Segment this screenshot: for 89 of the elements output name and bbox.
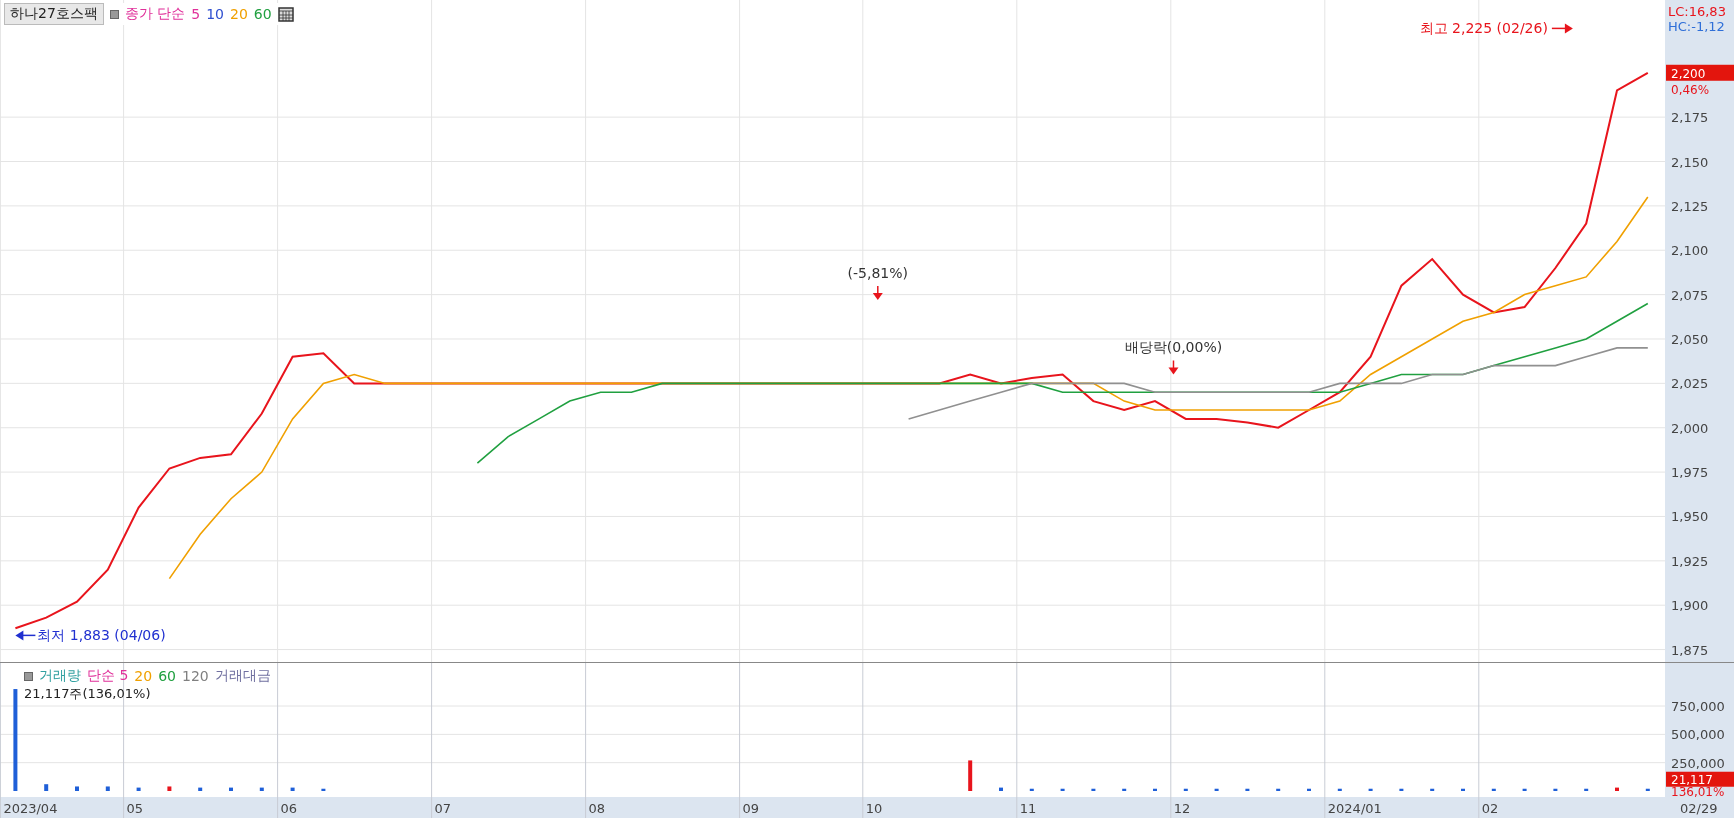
volume-bar xyxy=(105,786,110,791)
stock-button[interactable]: 하나27호스팩 xyxy=(4,3,104,25)
lc-reading: LC:16,83 xyxy=(1668,4,1726,19)
axis-label: 2,025 xyxy=(1671,376,1709,392)
volume-bar xyxy=(1430,788,1435,791)
legend-label: 60 xyxy=(158,668,176,684)
volume-bar xyxy=(1553,788,1558,791)
volume-bar xyxy=(44,784,49,791)
volume-bar xyxy=(999,787,1003,791)
legend-label: 5 xyxy=(191,6,201,22)
volume-bar xyxy=(167,786,172,791)
volume-bar xyxy=(1029,788,1034,791)
arrow-icon xyxy=(1551,23,1573,34)
volume-bar xyxy=(1491,788,1496,791)
axis-label: 1,900 xyxy=(1671,598,1709,614)
legend-label: 60 xyxy=(253,6,272,22)
volume-bar xyxy=(1122,788,1127,791)
axis-label: 02/29 xyxy=(1680,801,1718,816)
axis-label: 1,875 xyxy=(1671,642,1709,658)
axis-label: 2,125 xyxy=(1671,198,1709,214)
volume-bar xyxy=(229,787,233,791)
axis-label: 500,000 xyxy=(1671,727,1725,743)
volume-bar xyxy=(1522,788,1527,791)
square-icon xyxy=(24,671,33,681)
volume-bar xyxy=(259,787,264,791)
volume-bar xyxy=(136,787,141,791)
axis-label: 2,175 xyxy=(1671,110,1709,126)
volume-bar xyxy=(1183,788,1188,791)
legend-label: 단순 5 xyxy=(87,667,129,685)
axis-label: 09 xyxy=(742,801,760,816)
axis-label: 08 xyxy=(588,801,606,816)
axis-label: 2024/01 xyxy=(1327,801,1382,816)
volume-bar xyxy=(1337,788,1342,791)
volume-bar xyxy=(1276,788,1281,791)
volume-reading: 21,117주(136,01%) xyxy=(24,685,151,703)
legend-label: 20 xyxy=(134,668,153,684)
legend-label: 거래대금 xyxy=(214,667,271,685)
volume-bar xyxy=(1214,788,1219,791)
change-reading: 0,46% xyxy=(1671,82,1710,97)
ratio-reading: 136,01% xyxy=(1671,785,1725,799)
volume-bar xyxy=(1307,788,1311,791)
legend-label: 거래량 xyxy=(39,667,81,685)
volume-bar xyxy=(1645,788,1650,791)
axis-label: 11 xyxy=(1019,801,1037,816)
annotation-label: 최저 1,883 (04/06) xyxy=(37,627,166,644)
calendar-icon[interactable] xyxy=(277,6,294,22)
axis-label: 2,000 xyxy=(1671,420,1709,436)
axis-label: 2023/04 xyxy=(3,801,58,816)
volume-bar xyxy=(1091,788,1096,791)
axis-label: 06 xyxy=(280,801,298,816)
volume-bar xyxy=(290,787,295,791)
axis-label: 1,975 xyxy=(1671,465,1709,481)
axis-label: 2,050 xyxy=(1671,332,1709,347)
axis-label: 05 xyxy=(126,801,144,816)
volume-bar xyxy=(1368,788,1373,791)
volume-bar xyxy=(968,760,973,791)
axis-label: 10 xyxy=(865,801,883,816)
arrow-icon xyxy=(15,630,37,641)
arrow-icon xyxy=(872,285,883,300)
square-icon xyxy=(109,9,119,19)
axis-label: 1,950 xyxy=(1671,509,1709,525)
volume-bar xyxy=(1461,788,1465,791)
axis-label: 02 xyxy=(1481,801,1499,816)
volume-bar xyxy=(1153,788,1157,791)
annotation-label: (-5,81%) xyxy=(847,264,909,281)
axis-label: 1,925 xyxy=(1671,553,1709,569)
axis-label: 12 xyxy=(1173,801,1191,816)
legend-label: 20 xyxy=(230,6,248,22)
annotation-label: 배당락(0,00%) xyxy=(1124,339,1223,356)
arrow-icon xyxy=(1168,359,1179,375)
legend-label: 종가 단순 xyxy=(124,5,186,23)
volume-bar xyxy=(75,786,79,791)
volume-bar xyxy=(1584,788,1589,791)
volume-bar xyxy=(1245,788,1250,791)
volume-bar xyxy=(198,787,203,791)
axis-label: 2,150 xyxy=(1671,154,1709,170)
axis-label: 750,000 xyxy=(1671,699,1725,715)
volume-bar xyxy=(1399,788,1404,791)
axis-label: 250,000 xyxy=(1671,755,1725,771)
legend-label: 120 xyxy=(182,668,209,684)
axis-label: 07 xyxy=(434,801,452,816)
axis-label: 2,075 xyxy=(1671,287,1709,303)
hc-reading: HC:-1,12 xyxy=(1668,19,1725,34)
volume-bar xyxy=(1615,787,1619,791)
volume-bar xyxy=(321,788,326,791)
axis-label: 2,100 xyxy=(1671,243,1709,259)
legend-label: 10 xyxy=(206,6,225,22)
annotation-label: 최고 2,225 (02/26) xyxy=(1419,20,1548,37)
volume-bar xyxy=(1060,788,1065,791)
